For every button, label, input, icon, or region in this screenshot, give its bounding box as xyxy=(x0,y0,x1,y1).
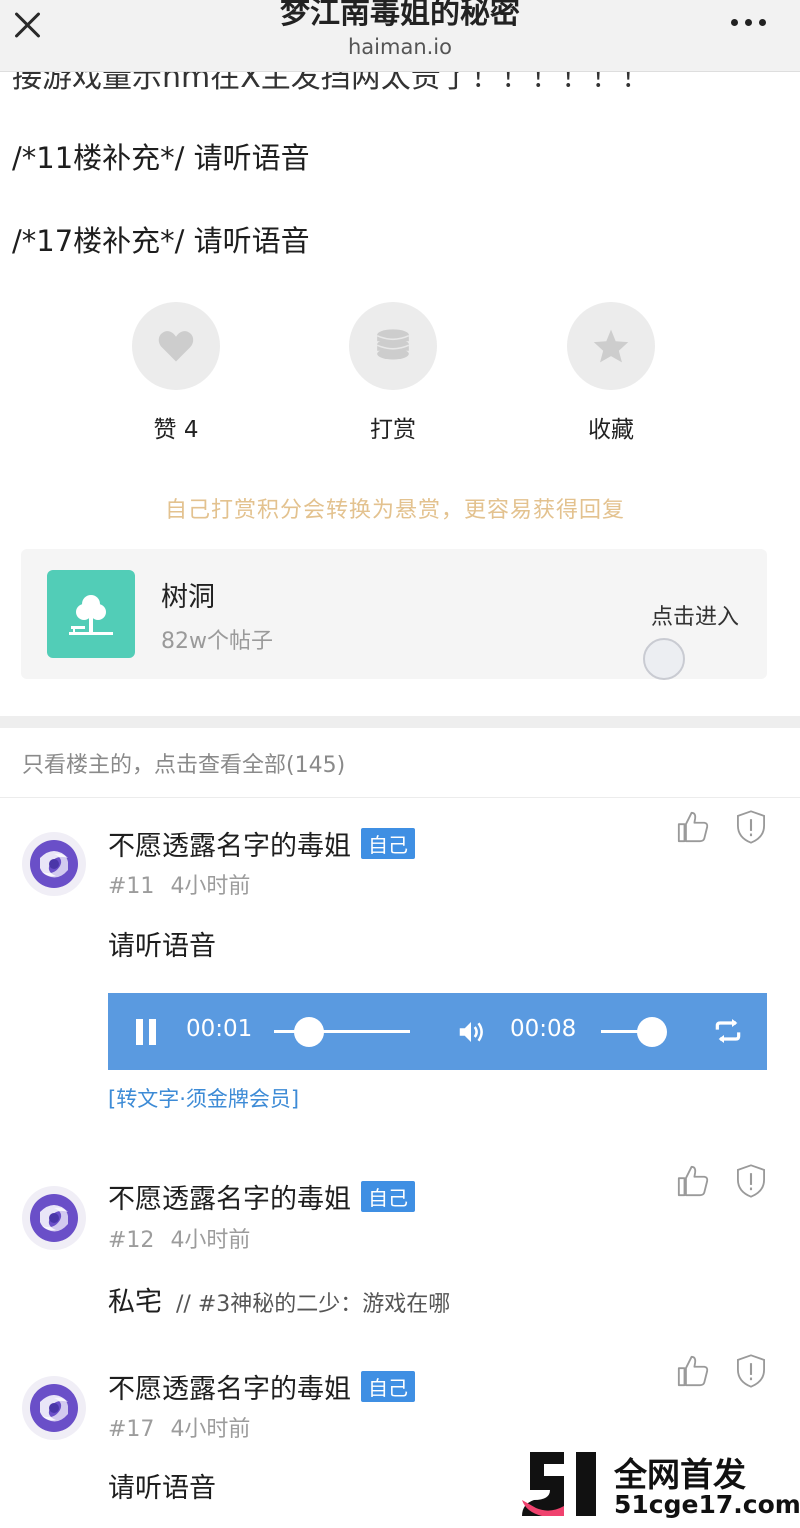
touch-indicator xyxy=(643,638,685,680)
thumbs-up-icon[interactable] xyxy=(676,810,710,844)
loop-icon[interactable] xyxy=(712,1015,744,1047)
tree-icon xyxy=(47,570,135,658)
comment-text: 请听语音 xyxy=(108,931,216,962)
comment-author[interactable]: 不愿透露名字的毒姐 xyxy=(108,1184,351,1215)
favorite-label: 收藏 xyxy=(588,417,634,443)
pause-icon[interactable] xyxy=(136,1019,156,1045)
shield-report-icon[interactable] xyxy=(736,1354,766,1388)
floor-number: #12 xyxy=(108,1228,155,1253)
supplement-17: /*17楼补充*/ 请听语音 xyxy=(12,224,310,258)
audio-player[interactable]: 00:01 00:08 xyxy=(108,993,767,1070)
audio-duration: 00:08 xyxy=(510,1016,577,1042)
comment-author[interactable]: 不愿透露名字的毒姐 xyxy=(108,831,351,862)
quoted-reply[interactable]: // #3神秘的二少：游戏在哪 xyxy=(176,1292,450,1317)
like-button[interactable]: 赞 4 xyxy=(131,302,221,444)
reward-button[interactable]: 打赏 xyxy=(348,302,438,444)
avatar[interactable] xyxy=(22,1376,86,1440)
thumbs-up-icon[interactable] xyxy=(676,1354,710,1388)
forum-name: 树洞 xyxy=(161,582,215,613)
comment-time: 4小时前 xyxy=(170,1228,251,1253)
shield-report-icon[interactable] xyxy=(736,1164,766,1198)
audio-current-time: 00:01 xyxy=(186,1016,253,1042)
self-badge: 自己 xyxy=(361,1181,415,1212)
watermark-logo xyxy=(522,1452,596,1516)
like-count-label: 赞 4 xyxy=(153,417,199,443)
watermark-site: 51cge17.com xyxy=(614,1490,800,1519)
watermark-title: 全网首发 xyxy=(614,1455,746,1494)
audio-progress-knob[interactable] xyxy=(294,1017,324,1047)
floor-number: #17 xyxy=(108,1417,155,1442)
avatar[interactable] xyxy=(22,832,86,896)
page-title: 梦江南毒姐的秘密 xyxy=(280,0,520,31)
comment-time: 4小时前 xyxy=(170,874,251,899)
self-badge: 自己 xyxy=(361,1371,415,1402)
self-badge: 自己 xyxy=(361,828,415,859)
reward-label: 打赏 xyxy=(370,417,416,443)
volume-icon[interactable] xyxy=(456,1017,486,1047)
divider xyxy=(0,797,800,798)
volume-knob[interactable] xyxy=(637,1017,667,1047)
comment-time: 4小时前 xyxy=(170,1417,251,1442)
forum-post-count: 82w个帖子 xyxy=(161,629,273,654)
comment-author[interactable]: 不愿透露名字的毒姐 xyxy=(108,1374,351,1405)
forum-enter-link[interactable]: 点击进入 xyxy=(651,599,739,631)
heart-icon xyxy=(158,331,194,362)
owner-only-filter[interactable]: 只看楼主的，点击查看全部(145) xyxy=(22,747,345,779)
more-menu-icon[interactable] xyxy=(731,19,766,26)
star-icon xyxy=(593,329,629,363)
section-divider xyxy=(0,716,800,728)
shield-report-icon[interactable] xyxy=(736,810,766,844)
transcribe-link[interactable]: [转文字·须金牌会员] xyxy=(108,1083,299,1113)
comment-text: 请听语音 xyxy=(108,1473,216,1504)
comment-text: 私宅 xyxy=(108,1287,162,1318)
floor-number: #11 xyxy=(108,874,155,899)
supplement-11: /*11楼补充*/ 请听语音 xyxy=(12,141,310,175)
page-domain: haiman.io xyxy=(347,35,452,59)
avatar[interactable] xyxy=(22,1186,86,1250)
reward-tip: 自己打赏积分会转换为悬赏，更容易获得回复 xyxy=(164,498,625,523)
top-bar: 梦江南毒姐的秘密 haiman.io xyxy=(0,0,800,72)
thumbs-up-icon[interactable] xyxy=(676,1164,710,1198)
coins-icon xyxy=(376,329,410,360)
favorite-button[interactable]: 收藏 xyxy=(566,302,656,444)
